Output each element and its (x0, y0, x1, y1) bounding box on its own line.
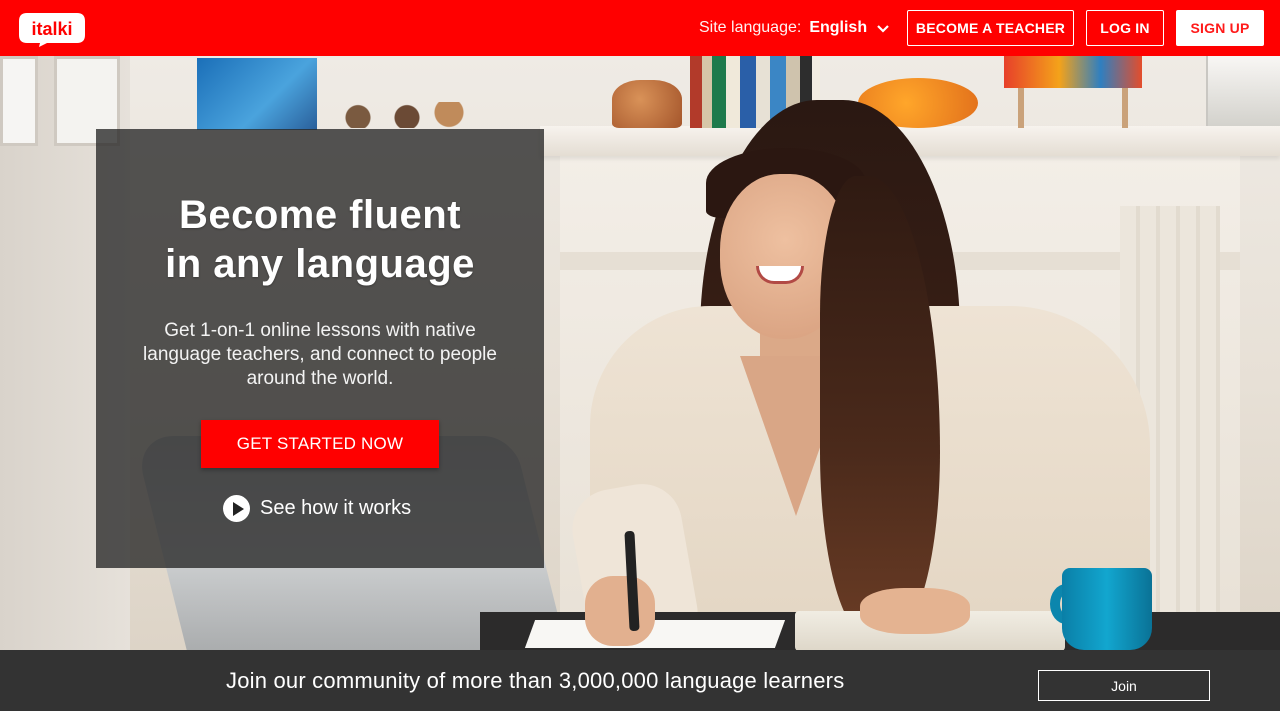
italki-logo[interactable]: italki (19, 13, 85, 47)
wall-artwork (197, 58, 317, 130)
coffee-mug (1062, 568, 1152, 650)
easel (1018, 88, 1128, 128)
glass-jar (1206, 56, 1280, 126)
hero-subtitle: Get 1-on-1 online lessons with native la… (143, 320, 497, 389)
log-in-button[interactable]: LOG IN (1086, 10, 1164, 46)
person-hand (585, 576, 655, 646)
join-community-bar: Join our community of more than 3,000,00… (0, 650, 1280, 711)
get-started-button[interactable]: GET STARTED NOW (201, 420, 439, 468)
logo-text: italki (31, 19, 72, 39)
play-icon (223, 494, 250, 522)
hero-title-line2: in any language (165, 242, 475, 286)
top-nav-bar: italki Site language: English BECOME A T… (0, 0, 1280, 56)
become-teacher-button[interactable]: BECOME A TEACHER (907, 10, 1074, 46)
italki-logo-icon: italki (19, 13, 85, 47)
sign-up-button[interactable]: SIGN UP (1176, 10, 1264, 46)
hero-title-line1: Become fluent (178, 193, 462, 237)
see-how-it-works-label: See how it works (260, 496, 412, 519)
see-how-it-works-link[interactable]: See how it works (223, 494, 411, 522)
shelf-ornament (612, 80, 682, 128)
hero-title: Become fluent in any language (96, 191, 544, 289)
notebook-paper (524, 620, 786, 648)
painting (1004, 56, 1142, 88)
join-button[interactable]: Join (1038, 670, 1210, 701)
site-language-value: English (809, 19, 868, 36)
hero-card: Become fluent in any language Get 1-on-1… (96, 129, 544, 568)
site-language-label: Site language: (699, 19, 802, 36)
chevron-down-icon (877, 25, 889, 33)
window (0, 56, 38, 146)
site-language-selector[interactable]: Site language: English (699, 0, 889, 56)
shelf-figurines (330, 102, 470, 128)
join-community-text: Join our community of more than 3,000,00… (226, 667, 845, 693)
person-hand (860, 588, 970, 634)
